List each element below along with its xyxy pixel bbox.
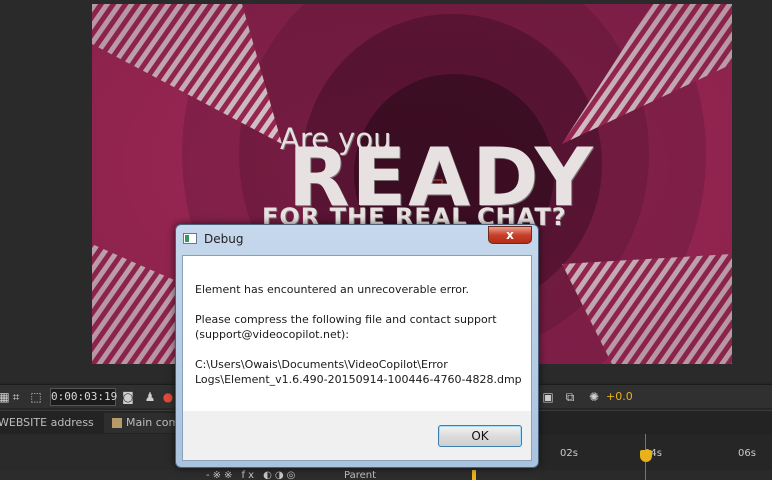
dialog-title: Debug bbox=[204, 232, 244, 246]
ruler-label-02s: 02s bbox=[560, 448, 578, 459]
debug-dialog: Debug x Element has encountered an unrec… bbox=[175, 224, 539, 468]
close-button[interactable]: x bbox=[488, 226, 532, 244]
playhead-handle[interactable] bbox=[640, 450, 652, 462]
exposure-value[interactable]: +0.0 bbox=[606, 389, 633, 405]
exposure-icon[interactable]: ✺ bbox=[586, 389, 602, 405]
work-area-marker[interactable] bbox=[472, 470, 476, 480]
comp-color-swatch bbox=[112, 418, 122, 428]
dump-path-line1: C:\Users\Owais\Documents\VideoCopilot\Er… bbox=[195, 358, 448, 371]
dialog-message-area: Element has encountered an unrecoverable… bbox=[182, 255, 532, 432]
pixel-aspect-icon[interactable]: ▣ bbox=[540, 389, 556, 405]
current-time-field[interactable]: 0:00:03:19 bbox=[50, 388, 117, 406]
app-window-icon bbox=[183, 233, 197, 244]
support-instruction: Please compress the following file and c… bbox=[195, 313, 497, 326]
camera-snapshot-icon[interactable]: ◙ bbox=[120, 389, 136, 405]
time-ruler[interactable]: 02s 04s 06s bbox=[540, 434, 772, 470]
transparency-grid-icon[interactable]: ⬚ bbox=[28, 389, 44, 405]
ruler-label-06s: 06s bbox=[738, 448, 756, 459]
error-message: Element has encountered an unrecoverable… bbox=[195, 283, 469, 296]
dump-path-line2: Logs\Element_v1.6.490-20150914-100446-47… bbox=[195, 373, 522, 386]
after-effects-window: Are you READY FOR THE REAL CHAT? ▦ ⌗ ⬚ 0… bbox=[0, 0, 772, 480]
support-email: (support@videocopilot.net): bbox=[195, 328, 350, 341]
color-channel-icon[interactable]: ● bbox=[160, 389, 176, 405]
tab-main-comp[interactable]: Main comp bbox=[104, 413, 184, 433]
layer-switch-icons[interactable]: -※※ fx ◐◑◎ bbox=[206, 470, 298, 480]
show-snapshot-icon[interactable]: ♟ bbox=[142, 389, 158, 405]
ok-button[interactable]: OK bbox=[438, 425, 522, 447]
tab-website-address[interactable]: WEBSITE address bbox=[0, 413, 100, 433]
parent-column-label: Parent bbox=[344, 470, 377, 480]
flowchart-icon[interactable]: ⧉ bbox=[562, 389, 578, 405]
region-of-interest-icon[interactable]: ⌗ bbox=[8, 389, 24, 405]
